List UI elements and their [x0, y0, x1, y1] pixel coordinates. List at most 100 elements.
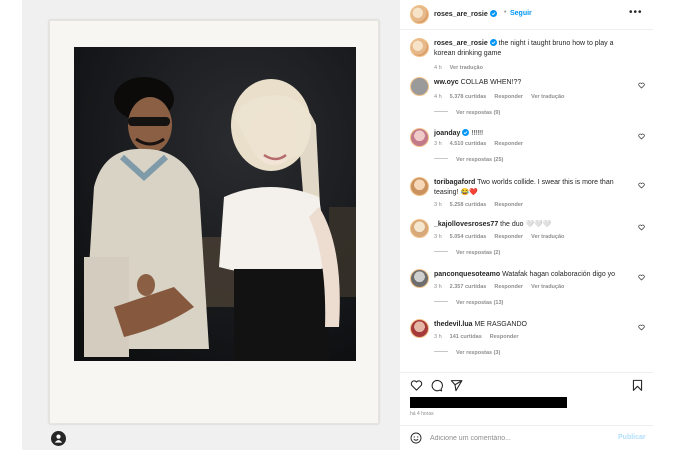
comment-time[interactable]: 3 h [434, 284, 442, 290]
translate-link[interactable]: Ver tradução [531, 94, 564, 100]
comment-like-heart-icon[interactable] [638, 182, 645, 189]
comment-like-heart-icon[interactable] [638, 133, 645, 140]
comment-text: the duo 🤍🤍🤍 [500, 221, 552, 228]
reply-button[interactable]: Responder [494, 94, 523, 100]
comment-like-heart-icon[interactable] [638, 274, 645, 281]
comment-text-block: toribagaford Two worlds collide. I swear… [434, 178, 629, 197]
post-time-ago[interactable]: há 4 horas [410, 411, 434, 417]
comment-text: !!!!!! [471, 130, 484, 137]
reply-button[interactable]: Responder [494, 202, 523, 208]
polaroid-frame [49, 20, 379, 424]
author-username-row[interactable]: roses_are_rosie [434, 10, 497, 18]
add-comment-bar: Publicar [400, 425, 653, 450]
comment-likes[interactable]: 2.357 curtidas [450, 284, 487, 290]
user-tag-button[interactable] [51, 431, 66, 446]
emoji-icon[interactable] [410, 432, 422, 444]
replies-divider [434, 158, 448, 159]
replies-divider [434, 301, 448, 302]
reply-button[interactable]: Responder [494, 234, 523, 240]
reply-button[interactable]: Responder [494, 284, 523, 290]
comment-text: ME RASGANDO [474, 321, 527, 328]
comment-username[interactable]: panconquesoteamo [434, 271, 500, 278]
comment-text: Watafak hagan colaboración digo yo [502, 271, 616, 278]
author-avatar[interactable] [410, 5, 429, 24]
view-replies-label[interactable]: Ver respostas (9) [456, 110, 500, 116]
post-media[interactable] [22, 0, 400, 450]
view-replies-button[interactable]: Ver respostas (13) [434, 300, 503, 306]
comment-username[interactable]: thedevil.lua [434, 321, 473, 328]
post-photo [74, 47, 356, 361]
publish-button[interactable]: Publicar [618, 434, 646, 441]
comment-time[interactable]: 4 h [434, 94, 442, 100]
comment-text-block: panconquesoteamo Watafak hagan colaborac… [434, 270, 629, 280]
view-replies-label[interactable]: Ver respostas (13) [456, 300, 503, 306]
user-tag-icon [54, 434, 63, 443]
comment-likes[interactable]: 5.258 curtidas [450, 202, 487, 208]
reply-button[interactable]: Responder [494, 141, 523, 147]
post-side-panel: roses_are_rosie • Seguir ••• roses_are_r… [400, 0, 653, 450]
comments-list[interactable]: roses_are_rosie the night i taught bruno… [400, 31, 653, 371]
translate-link[interactable]: Ver tradução [531, 234, 564, 240]
caption-text-block: roses_are_rosie the night i taught bruno… [434, 39, 629, 58]
comment-time[interactable]: 3 h [434, 141, 442, 147]
view-replies-label[interactable]: Ver respostas (3) [456, 350, 500, 356]
bookmark-icon[interactable] [631, 379, 644, 392]
view-replies-button[interactable]: Ver respostas (25) [434, 157, 503, 163]
comment-meta: 4 h 5.378 curtidas Responder Ver tradução [434, 94, 572, 100]
comment-time[interactable]: 3 h [434, 334, 442, 340]
comment-like-heart-icon[interactable] [638, 224, 645, 231]
comment-likes[interactable]: 4.510 curtidas [450, 141, 487, 147]
comment-likes[interactable]: 5.054 curtidas [450, 234, 487, 240]
comment-likes[interactable]: 5.378 curtidas [450, 94, 487, 100]
verified-badge-icon [489, 10, 497, 17]
caption-translate-link[interactable]: Ver tradução [450, 65, 483, 71]
comment-time[interactable]: 3 h [434, 202, 442, 208]
comment-username[interactable]: _kajollovesroses77 [434, 221, 498, 228]
reply-button[interactable]: Responder [490, 334, 519, 340]
comment-username[interactable]: joanday [434, 130, 460, 137]
caption-meta: 4 h Ver tradução [434, 65, 491, 71]
comment-username[interactable]: toribagaford [434, 179, 475, 186]
commenter-avatar[interactable] [410, 269, 429, 288]
follow-button[interactable]: Seguir [510, 10, 532, 17]
caption-username[interactable]: roses_are_rosie [434, 40, 488, 47]
view-replies-button[interactable]: Ver respostas (9) [434, 110, 500, 116]
view-replies-label[interactable]: Ver respostas (2) [456, 250, 500, 256]
comment-icon[interactable] [430, 379, 443, 392]
commenter-avatar[interactable] [410, 177, 429, 196]
send-icon[interactable] [450, 379, 463, 392]
comment-input[interactable] [430, 431, 610, 445]
commenter-avatar[interactable] [410, 219, 429, 238]
comment-like-heart-icon[interactable] [638, 324, 645, 331]
comment-time[interactable]: 3 h [434, 234, 442, 240]
commenter-avatar[interactable] [410, 319, 429, 338]
view-replies-label[interactable]: Ver respostas (25) [456, 157, 503, 163]
comment-likes[interactable]: 141 curtidas [450, 334, 482, 340]
view-replies-button[interactable]: Ver respostas (2) [434, 250, 500, 256]
commenter-avatar[interactable] [410, 77, 429, 96]
replies-divider [434, 111, 448, 112]
comment-username[interactable]: ww.oyc [434, 79, 459, 86]
comment-meta: 3 h 141 curtidas Responder [434, 334, 527, 340]
post-header: roses_are_rosie • Seguir ••• [400, 0, 653, 30]
comment-meta: 3 h 5.258 curtidas Responder [434, 202, 531, 208]
commenter-avatar[interactable] [410, 128, 429, 147]
caption-avatar[interactable] [410, 38, 429, 57]
replies-divider [434, 351, 448, 352]
heart-icon[interactable] [410, 379, 423, 392]
comment-text: COLLAB WHEN!?? [460, 79, 522, 86]
comment-meta: 3 h 4.510 curtidas Responder [434, 141, 531, 147]
replies-divider [434, 251, 448, 252]
caption-time[interactable]: 4 h [434, 65, 442, 71]
post-action-bar [400, 372, 653, 396]
comment-meta: 3 h 5.054 curtidas Responder Ver tradução [434, 234, 572, 240]
comment-like-heart-icon[interactable] [638, 82, 645, 89]
comment-text-block: _kajollovesroses77 the duo 🤍🤍🤍 [434, 220, 629, 230]
comment-text-block: joanday !!!!!! [434, 129, 629, 139]
more-options-icon[interactable]: ••• [629, 7, 643, 18]
translate-link[interactable]: Ver tradução [531, 284, 564, 290]
view-replies-button[interactable]: Ver respostas (3) [434, 350, 500, 356]
author-username[interactable]: roses_are_rosie [434, 11, 488, 18]
verified-badge-icon [462, 129, 470, 136]
comment-meta: 3 h 2.357 curtidas Responder Ver tradução [434, 284, 572, 290]
